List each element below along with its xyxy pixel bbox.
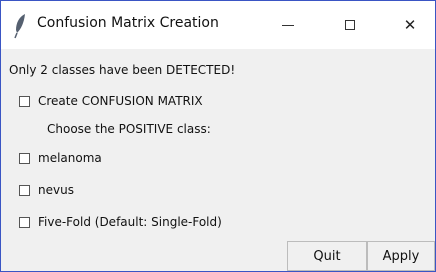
confusion-matrix-label: Create CONFUSION MATRIX bbox=[38, 94, 203, 108]
melanoma-checkbox[interactable] bbox=[19, 152, 30, 164]
five-fold-label: Five-Fold (Default: Single-Fold) bbox=[38, 215, 222, 229]
nevus-checkbox[interactable] bbox=[19, 184, 30, 196]
close-icon: ✕ bbox=[403, 15, 417, 34]
title-bar[interactable]: Confusion Matrix Creation ✕ bbox=[1, 1, 435, 49]
detection-message: Only 2 classes have been DETECTED! bbox=[9, 63, 236, 77]
positive-class-prompt: Choose the POSITIVE class: bbox=[47, 122, 211, 136]
class-option-melanoma[interactable]: melanoma bbox=[19, 150, 102, 166]
confusion-matrix-checkbox[interactable] bbox=[19, 95, 30, 107]
confusion-matrix-option[interactable]: Create CONFUSION MATRIX bbox=[19, 93, 203, 109]
window-title: Confusion Matrix Creation bbox=[37, 15, 219, 31]
melanoma-label: melanoma bbox=[38, 151, 102, 165]
maximize-button[interactable] bbox=[321, 1, 379, 49]
maximize-icon bbox=[345, 20, 355, 30]
nevus-label: nevus bbox=[38, 183, 74, 197]
five-fold-checkbox[interactable] bbox=[19, 216, 30, 228]
close-button[interactable]: ✕ bbox=[381, 1, 436, 49]
minimize-button[interactable] bbox=[259, 1, 317, 49]
apply-button[interactable]: Apply bbox=[367, 241, 435, 271]
minimize-icon bbox=[282, 24, 294, 26]
quit-button[interactable]: Quit bbox=[287, 241, 367, 271]
feather-icon bbox=[14, 14, 25, 39]
five-fold-option[interactable]: Five-Fold (Default: Single-Fold) bbox=[19, 214, 222, 230]
dialog-window: Confusion Matrix Creation ✕ Only 2 class… bbox=[0, 0, 436, 272]
class-option-nevus[interactable]: nevus bbox=[19, 182, 74, 198]
